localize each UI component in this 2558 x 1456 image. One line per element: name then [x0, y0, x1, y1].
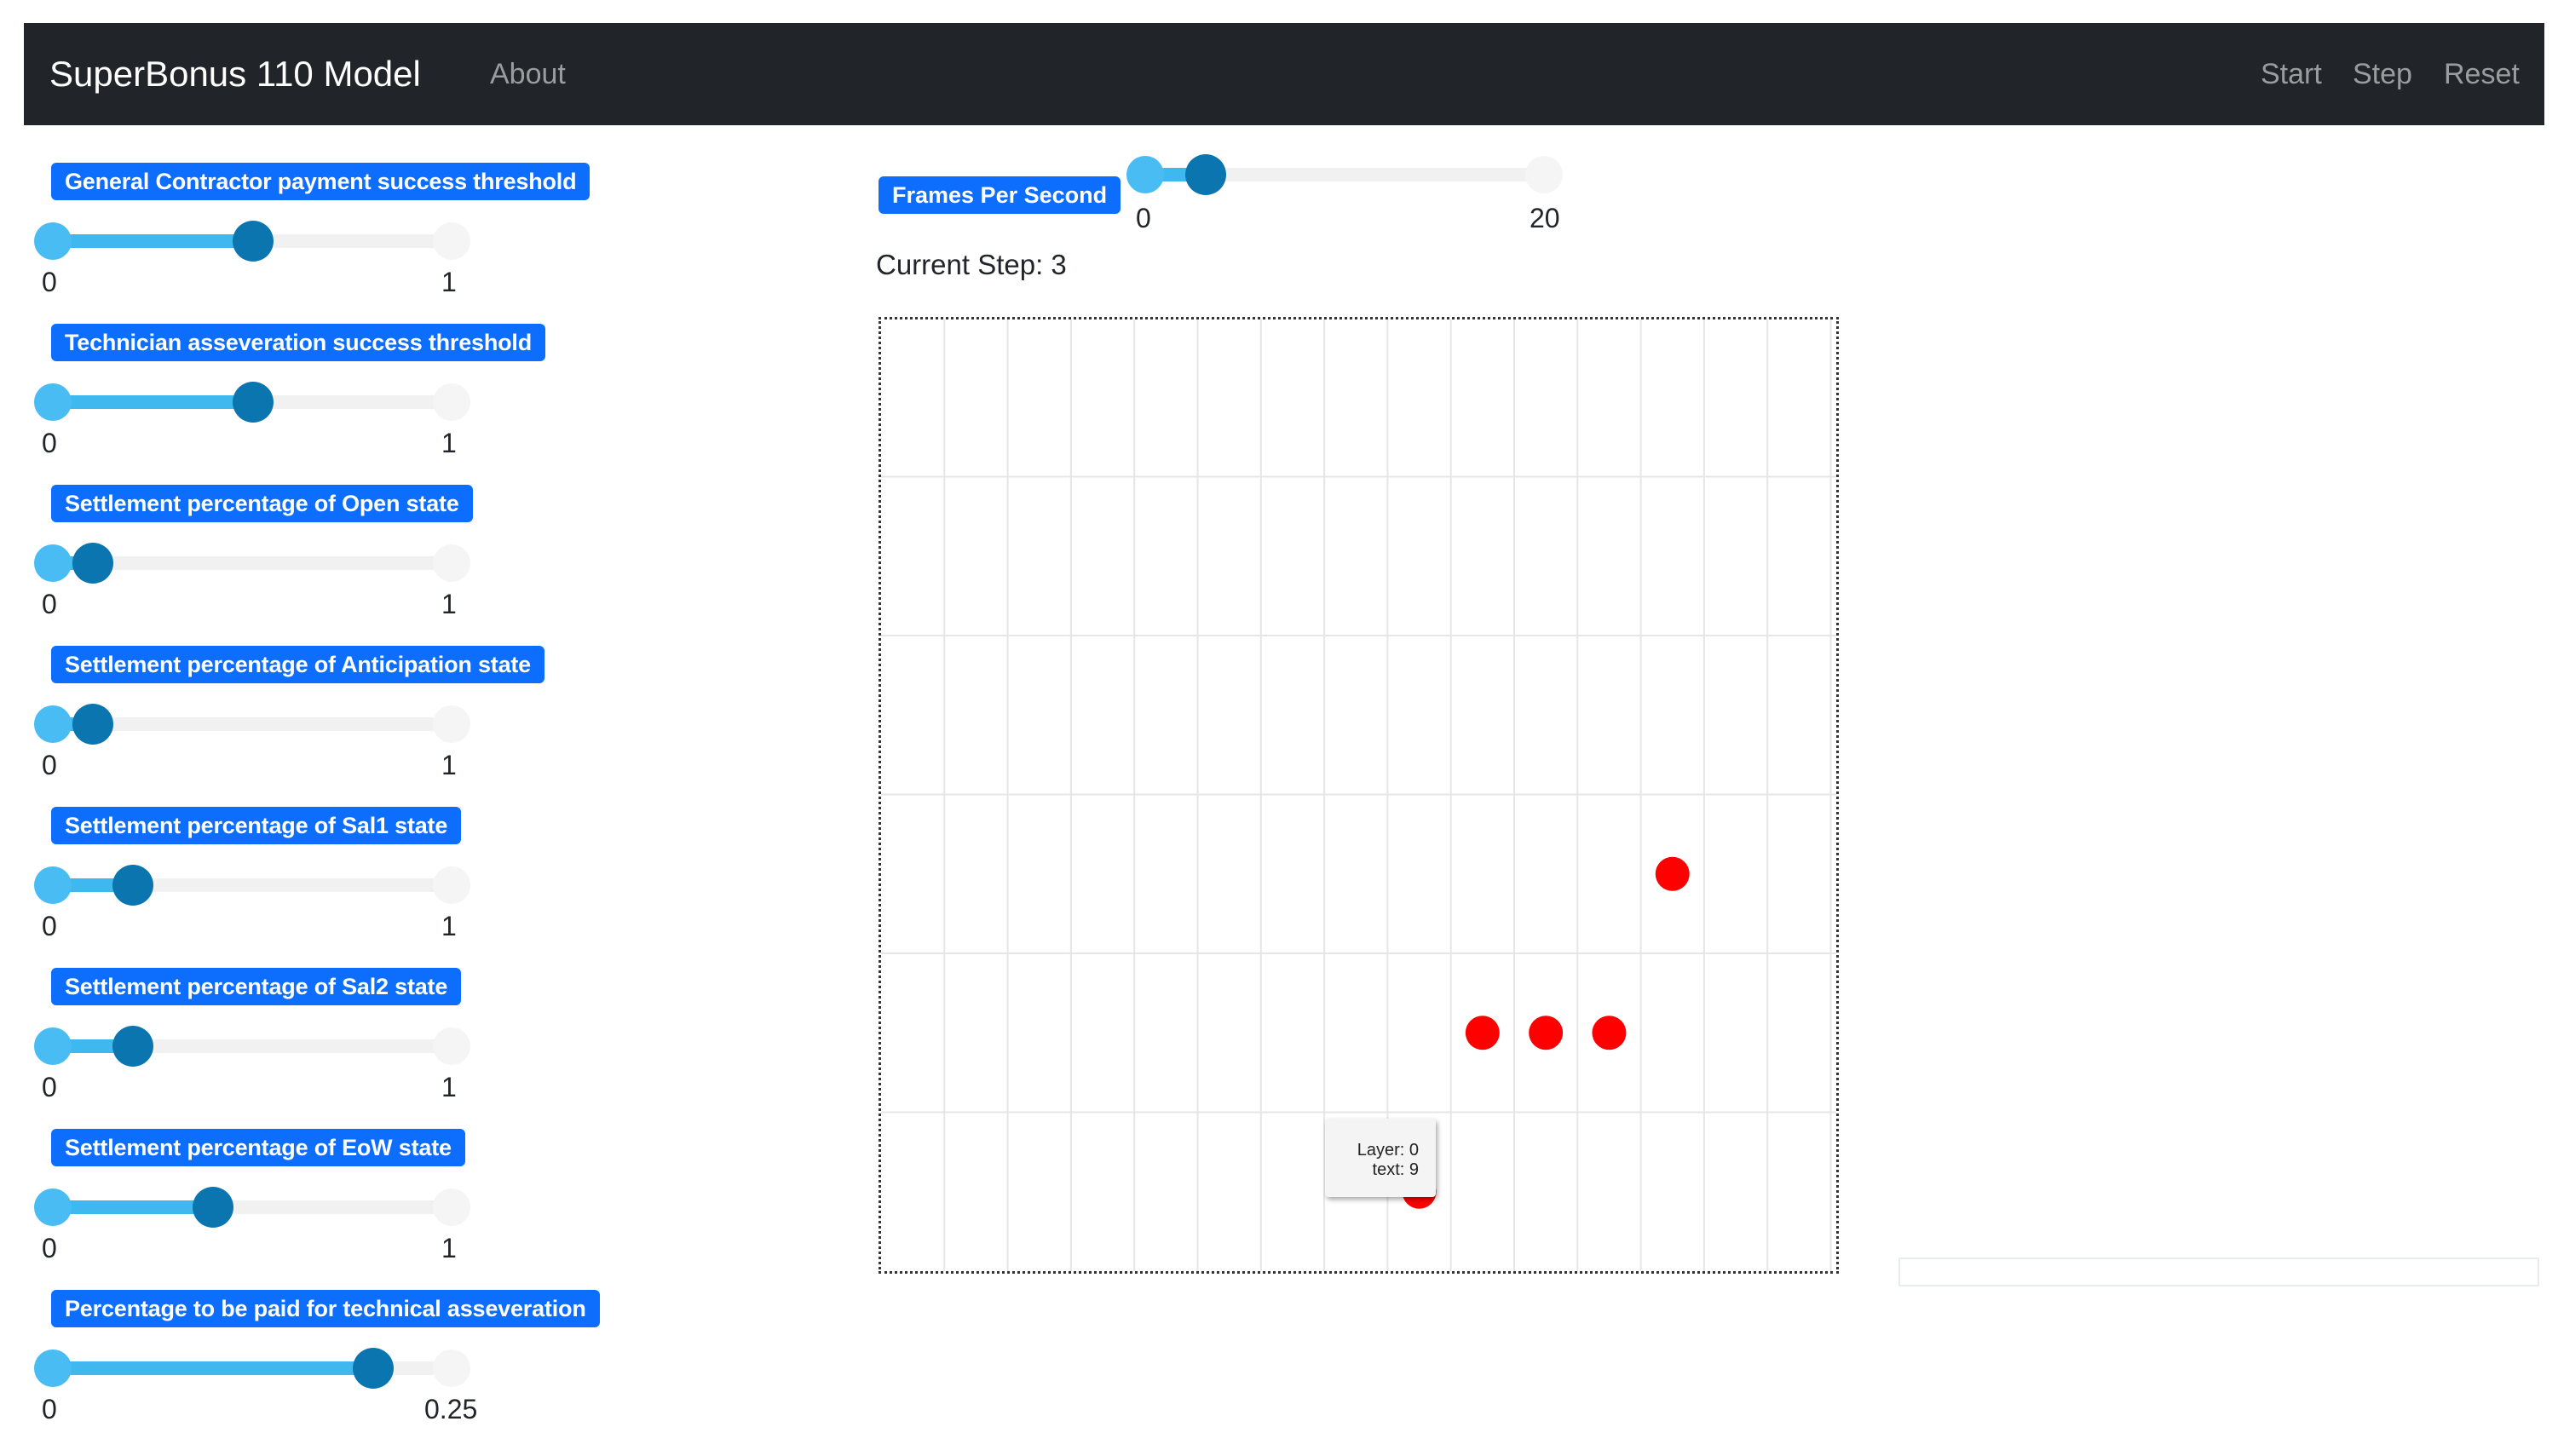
param-slider-fill — [51, 234, 255, 248]
param-slider-group: Settlement percentage of Open state 0 1 — [0, 485, 614, 638]
param-max-label: 1 — [441, 750, 457, 780]
param-slider[interactable] — [32, 1026, 475, 1067]
param-slider-max-handle — [433, 222, 470, 260]
param-slider[interactable] — [32, 543, 475, 584]
param-slider-handle[interactable] — [193, 1187, 233, 1228]
param-slider-min-handle — [34, 383, 72, 421]
fps-label: Frames Per Second — [879, 176, 1121, 214]
param-slider-group: Settlement percentage of Anticipation st… — [0, 646, 614, 799]
param-slider-min-handle — [34, 222, 72, 260]
agent-dot[interactable] — [1592, 1016, 1627, 1050]
param-slider-fill — [51, 1361, 375, 1375]
param-label: Technician asseveration success threshol… — [51, 324, 546, 361]
param-min-label: 0 — [42, 1233, 57, 1263]
param-max-label: 1 — [441, 1072, 457, 1102]
param-min-label: 0 — [42, 428, 57, 458]
param-slider-group: Settlement percentage of Sal2 state 0 1 — [0, 968, 614, 1121]
param-slider-handle[interactable] — [233, 221, 274, 262]
tooltip-layer-text: Layer: 0 — [1357, 1141, 1419, 1160]
param-slider[interactable] — [32, 865, 475, 906]
param-max-label: 1 — [441, 428, 457, 458]
param-slider[interactable] — [32, 1187, 475, 1228]
param-slider-handle[interactable] — [112, 1026, 153, 1067]
current-step-text: Current Step: 3 — [876, 249, 1067, 280]
param-slider-max-handle — [433, 1027, 470, 1065]
fps-slider-max-handle — [1525, 156, 1563, 193]
param-slider-handle[interactable] — [72, 543, 113, 584]
param-slider[interactable] — [32, 382, 475, 423]
param-label: Settlement percentage of Sal1 state — [51, 807, 462, 844]
param-slider-min-handle — [34, 1188, 72, 1226]
tooltip-text-value: text: 9 — [1372, 1160, 1419, 1179]
param-slider-max-handle — [433, 866, 470, 904]
param-label: Settlement percentage of Anticipation st… — [51, 646, 544, 683]
param-slider-min-handle — [34, 705, 72, 743]
fps-slider[interactable] — [1125, 154, 1568, 195]
param-slider-min-handle — [34, 1350, 72, 1387]
param-slider-min-handle — [34, 1027, 72, 1065]
param-min-label: 0 — [42, 589, 57, 619]
param-slider-group: General Contractor payment success thres… — [0, 163, 614, 316]
agent-dot[interactable] — [1529, 1016, 1564, 1050]
nav-about-link[interactable]: About — [490, 23, 566, 125]
param-slider-handle[interactable] — [72, 704, 113, 745]
param-label: Percentage to be paid for technical asse… — [51, 1290, 600, 1327]
param-slider-max-handle — [433, 383, 470, 421]
param-max-label: 1 — [441, 911, 457, 941]
progress-bar — [1898, 1257, 2539, 1286]
param-min-label: 0 — [42, 1072, 57, 1102]
fps-min-label: 0 — [1136, 203, 1151, 233]
param-max-label: 0.25 — [424, 1394, 478, 1424]
agent-dot[interactable] — [1465, 1016, 1500, 1050]
param-slider-min-handle — [34, 866, 72, 904]
param-slider-group: Technician asseveration success threshol… — [0, 324, 614, 477]
param-min-label: 0 — [42, 1394, 57, 1424]
reset-button[interactable]: Reset — [2444, 23, 2520, 125]
param-min-label: 0 — [42, 911, 57, 941]
param-slider-fill — [51, 395, 255, 409]
param-slider-handle[interactable] — [112, 865, 153, 906]
fps-slider-min-handle — [1126, 156, 1164, 193]
param-max-label: 1 — [441, 1233, 457, 1263]
param-slider[interactable] — [32, 1348, 475, 1389]
param-slider-min-handle — [34, 544, 72, 582]
start-button[interactable]: Start — [2261, 23, 2322, 125]
param-slider[interactable] — [32, 704, 475, 745]
param-min-label: 0 — [42, 750, 57, 780]
agent-tooltip: Layer: 0 text: 9 — [1325, 1119, 1436, 1197]
param-max-label: 1 — [441, 589, 457, 619]
param-label: Settlement percentage of Open state — [51, 485, 473, 522]
param-slider-max-handle — [433, 544, 470, 582]
param-slider-handle[interactable] — [233, 382, 274, 423]
param-slider-handle[interactable] — [353, 1348, 394, 1389]
fps-slider-handle[interactable] — [1185, 154, 1226, 195]
param-slider-max-handle — [433, 1188, 470, 1226]
fps-max-label: 20 — [1530, 203, 1560, 233]
param-slider-group: Settlement percentage of Sal1 state 0 1 — [0, 807, 614, 960]
param-label: Settlement percentage of Sal2 state — [51, 968, 462, 1005]
param-slider-group: Settlement percentage of EoW state 0 1 — [0, 1129, 614, 1282]
param-min-label: 0 — [42, 267, 57, 297]
param-max-label: 1 — [441, 267, 457, 297]
brand-title[interactable]: SuperBonus 110 Model — [49, 23, 421, 125]
param-slider-group: Percentage to be paid for technical asse… — [0, 1290, 614, 1443]
navbar: SuperBonus 110 Model About Start Step Re… — [24, 23, 2544, 125]
param-slider-fill — [51, 1200, 215, 1214]
step-button[interactable]: Step — [2353, 23, 2412, 125]
param-label: General Contractor payment success thres… — [51, 163, 591, 200]
param-slider[interactable] — [32, 221, 475, 262]
param-slider-max-handle — [433, 1350, 470, 1387]
param-label: Settlement percentage of EoW state — [51, 1129, 465, 1166]
agent-dot[interactable] — [1655, 856, 1690, 891]
param-slider-max-handle — [433, 705, 470, 743]
